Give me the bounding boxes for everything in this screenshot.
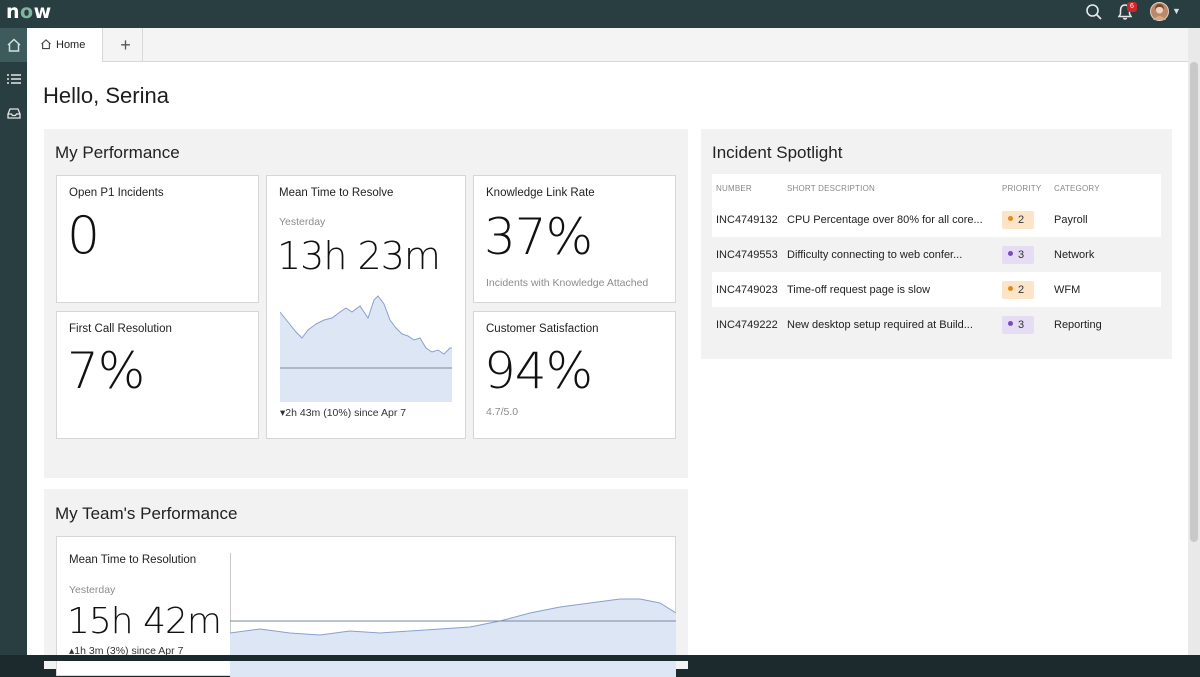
card-value: 13h 23m: [277, 234, 441, 278]
column-header-category[interactable]: CATEGORY: [1050, 174, 1161, 202]
table-row[interactable]: INC4749553 Difficulty connecting to web c…: [712, 237, 1161, 272]
card-value: 0: [67, 206, 100, 266]
notification-badge: 6: [1127, 2, 1137, 12]
user-avatar[interactable]: [1150, 2, 1169, 21]
first-call-resolution-card[interactable]: First Call Resolution 7%: [56, 311, 259, 439]
logo-letter-w: w: [33, 1, 52, 23]
priority-value: 3: [1018, 248, 1025, 261]
card-caption: Incidents with Knowledge Attached: [486, 277, 649, 289]
priority-badge: 2: [1002, 280, 1034, 299]
tab-home-label: Home: [56, 39, 86, 51]
home-tab-icon: [40, 38, 56, 53]
inbox-icon[interactable]: [0, 96, 27, 130]
left-rail: [0, 28, 27, 661]
incident-category: WFM: [1050, 272, 1161, 307]
incident-spotlight-title: Incident Spotlight: [712, 143, 843, 162]
home-page: Hello, Serina My Performance Open P1 Inc…: [27, 62, 1188, 677]
priority-value: 2: [1018, 213, 1025, 226]
incident-category: Network: [1050, 237, 1161, 272]
card-value: 15h 42m: [67, 601, 222, 642]
priority-dot-icon: [1008, 321, 1013, 327]
tab-bar: Home +: [27, 28, 1188, 62]
card-value: 37%: [484, 208, 593, 266]
incident-number[interactable]: INC4749222: [712, 307, 783, 342]
team-performance-title: My Team's Performance: [55, 504, 238, 523]
card-label: Mean Time to Resolution: [69, 554, 197, 566]
mttr-trend: ▾2h 43m (10%) since Apr 7: [280, 407, 407, 419]
add-tab-button[interactable]: +: [109, 28, 143, 62]
priority-value: 3: [1018, 318, 1025, 331]
card-label: Mean Time to Resolve: [279, 187, 394, 199]
card-period: Yesterday: [279, 216, 326, 228]
card-label: Customer Satisfaction: [486, 323, 599, 335]
priority-badge: 2: [1002, 210, 1034, 229]
table-row[interactable]: INC4749222 New desktop setup required at …: [712, 307, 1161, 342]
now-logo[interactable]: now: [6, 1, 52, 23]
incident-number[interactable]: INC4749132: [712, 202, 783, 237]
bottom-edge: [0, 655, 1200, 661]
priority-dot-icon: [1008, 216, 1013, 222]
my-performance-panel: My Performance Open P1 Incidents 0 Mean …: [44, 129, 688, 478]
incident-short-description: Time-off request page is slow: [783, 272, 998, 307]
priority-badge: 3: [1002, 245, 1034, 264]
tab-home[interactable]: Home: [27, 28, 103, 62]
top-navigation-bar: now 6 ▼: [0, 0, 1200, 28]
column-header-number[interactable]: NUMBER: [712, 174, 783, 202]
incident-category: Reporting: [1050, 307, 1161, 342]
incident-category: Payroll: [1050, 202, 1161, 237]
table-header-row: NUMBER SHORT DESCRIPTION PRIORITY CATEGO…: [712, 174, 1161, 202]
incident-short-description: New desktop setup required at Build...: [783, 307, 998, 342]
incident-priority: 3: [998, 237, 1050, 272]
card-value: 94%: [484, 342, 593, 400]
my-performance-title: My Performance: [55, 143, 180, 162]
card-label: Open P1 Incidents: [69, 187, 164, 199]
mttr-sparkline: [280, 295, 452, 402]
customer-satisfaction-card[interactable]: Customer Satisfaction 94% 4.7/5.0: [473, 311, 676, 439]
incident-spotlight-panel: Incident Spotlight NUMBER SHORT DESCRIPT…: [701, 129, 1172, 359]
table-row[interactable]: INC4749132 CPU Percentage over 80% for al…: [712, 202, 1161, 237]
column-header-short-description[interactable]: SHORT DESCRIPTION: [783, 174, 998, 202]
incident-priority: 2: [998, 202, 1050, 237]
incident-number[interactable]: INC4749023: [712, 272, 783, 307]
priority-dot-icon: [1008, 251, 1013, 257]
card-caption: 4.7/5.0: [486, 406, 519, 418]
incident-table: NUMBER SHORT DESCRIPTION PRIORITY CATEGO…: [712, 174, 1161, 342]
page-greeting: Hello, Serina: [43, 83, 169, 108]
logo-letter-o: o: [20, 1, 34, 23]
scrollbar-thumb[interactable]: [1190, 62, 1198, 542]
search-icon[interactable]: [1085, 3, 1105, 23]
column-header-priority[interactable]: PRIORITY: [998, 174, 1050, 202]
open-p1-incidents-card[interactable]: Open P1 Incidents 0: [56, 175, 259, 303]
team-performance-panel: My Team's Performance Mean Time to Resol…: [44, 489, 688, 677]
knowledge-link-rate-card[interactable]: Knowledge Link Rate 37% Incidents with K…: [473, 175, 676, 303]
card-value: 7%: [67, 342, 145, 400]
home-icon[interactable]: [0, 28, 27, 62]
card-label: First Call Resolution: [69, 323, 172, 335]
priority-dot-icon: [1008, 286, 1013, 292]
incident-number[interactable]: INC4749553: [712, 237, 783, 272]
card-label: Knowledge Link Rate: [486, 187, 595, 199]
mean-time-to-resolve-card[interactable]: Mean Time to Resolve Yesterday 13h 23m ▾…: [266, 175, 466, 439]
list-icon[interactable]: [0, 62, 27, 96]
table-row[interactable]: INC4749023 Time-off request page is slow 2…: [712, 272, 1161, 307]
logo-letter-n: n: [6, 1, 21, 23]
priority-badge: 3: [1002, 315, 1034, 334]
incident-short-description: Difficulty connecting to web confer...: [783, 237, 998, 272]
card-period: Yesterday: [69, 584, 116, 596]
priority-value: 2: [1018, 283, 1025, 296]
incident-priority: 2: [998, 272, 1050, 307]
chevron-down-icon[interactable]: ▼: [1172, 6, 1181, 16]
incident-short-description: CPU Percentage over 80% for all core...: [783, 202, 998, 237]
incident-priority: 3: [998, 307, 1050, 342]
